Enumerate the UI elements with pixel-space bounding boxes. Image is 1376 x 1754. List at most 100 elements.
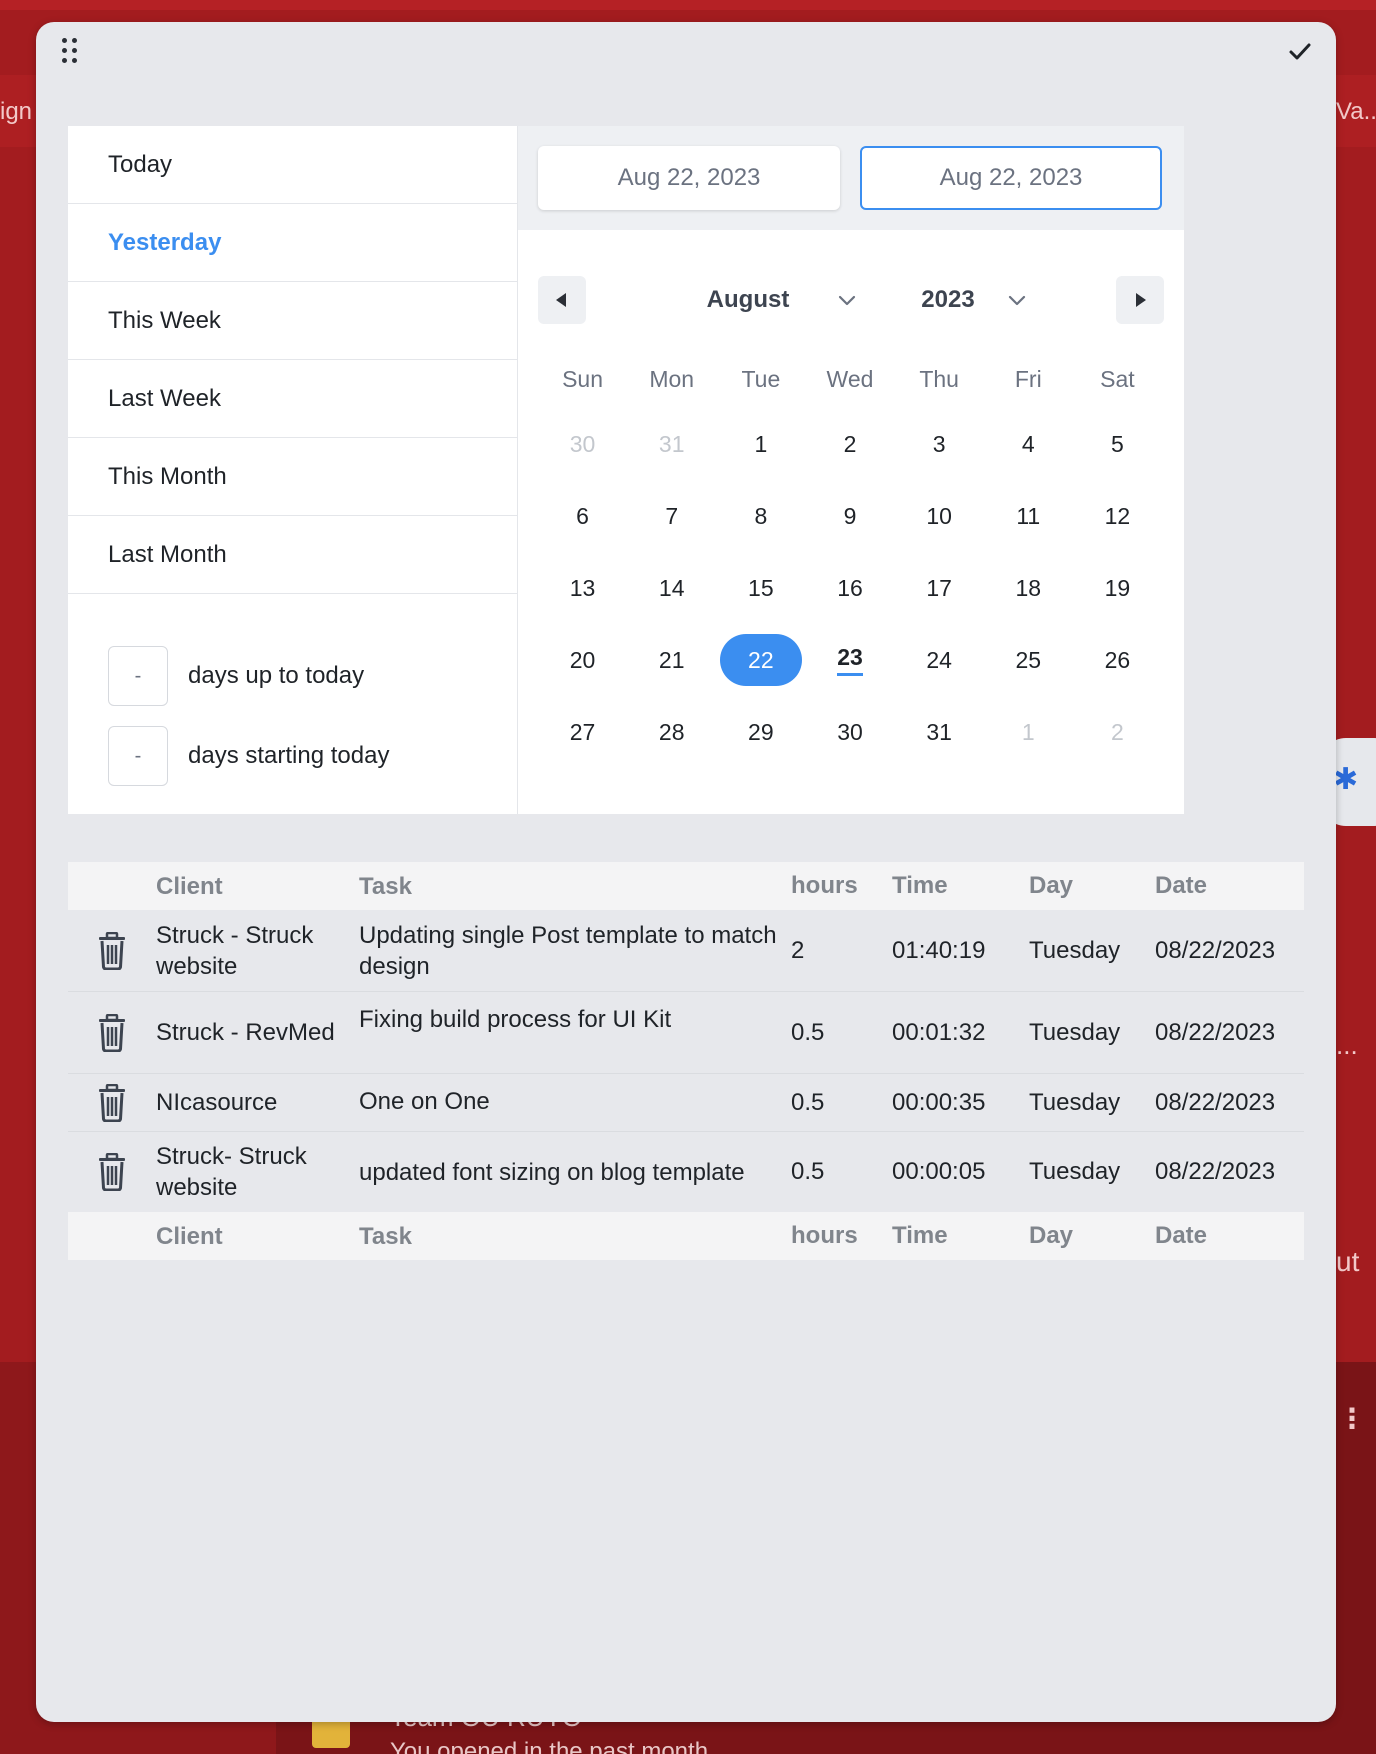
preset-this-week[interactable]: This Week (68, 282, 517, 360)
range-inputs: Aug 22, 2023 Aug 22, 2023 (518, 126, 1184, 230)
cell-date: 08/22/2023 (1155, 1018, 1276, 1046)
table-row: Struck - RevMed Fixing build process for… (68, 992, 1304, 1074)
calendar-day[interactable]: 13 (538, 552, 627, 624)
weekday-label: Mon (649, 366, 695, 392)
year-value: 2023 (921, 286, 975, 313)
calendar-day[interactable]: 17 (895, 552, 984, 624)
preset-this-month[interactable]: This Month (68, 438, 517, 516)
calendar-day[interactable]: 1 (716, 408, 805, 480)
column-date[interactable]: Date (1155, 872, 1304, 900)
calendar-day[interactable]: 31 (627, 408, 716, 480)
triangle-left-icon (556, 293, 566, 307)
calendar-day[interactable]: 14 (627, 552, 716, 624)
preset-last-week[interactable]: Last Week (68, 360, 517, 438)
calendar-day[interactable]: 30 (805, 696, 894, 768)
days-up-to-today-input[interactable]: - (108, 646, 168, 706)
next-month-button[interactable] (1116, 276, 1164, 324)
calendar-day-number: 19 (1104, 574, 1131, 601)
calendar-day-number: 31 (658, 430, 685, 457)
column-client[interactable]: Client (156, 871, 359, 902)
cell-time: 01:40:19 (892, 936, 986, 964)
triangle-right-icon (1136, 293, 1146, 307)
calendar-day[interactable]: 12 (1073, 480, 1162, 552)
drag-handle-icon[interactable] (60, 36, 84, 70)
calendar-day[interactable]: 21 (627, 624, 716, 696)
footer-day: Day (1029, 1222, 1074, 1249)
preset-yesterday[interactable]: Yesterday (68, 204, 517, 282)
footer-task: Task (359, 1222, 412, 1250)
preset-label: Yesterday (108, 228, 222, 256)
column-day[interactable]: Day (1029, 872, 1155, 900)
date-range-picker: Today Yesterday This Week Last Week This… (68, 126, 1184, 814)
column-task[interactable]: Task (359, 871, 791, 902)
calendar-day[interactable]: 16 (805, 552, 894, 624)
calendar-day[interactable]: 2 (1073, 696, 1162, 768)
days-starting-today-input[interactable]: - (108, 726, 168, 786)
calendar-day-number: 10 (926, 502, 952, 529)
start-date-input[interactable]: Aug 22, 2023 (538, 146, 840, 210)
preset-today[interactable]: Today (68, 126, 517, 204)
cell-task: updated font sizing on blog template (359, 1158, 745, 1186)
calendar-day[interactable]: 10 (895, 480, 984, 552)
weekday-label: Tue (741, 366, 781, 392)
calendar-day-selected[interactable]: 22 (716, 624, 805, 696)
calendar-day[interactable]: 19 (1073, 552, 1162, 624)
calendar-day[interactable]: 1 (984, 696, 1073, 768)
column-hours[interactable]: hours (791, 872, 892, 900)
calendar-day[interactable]: 25 (984, 624, 1073, 696)
table-row: Struck- Struck website updated font sizi… (68, 1132, 1304, 1212)
calendar-day[interactable]: 9 (805, 480, 894, 552)
cell-client: Struck- Struck website (156, 1143, 307, 1201)
preset-label: This Week (108, 306, 221, 334)
calendar-day[interactable]: 3 (895, 408, 984, 480)
month-select[interactable]: August (678, 276, 878, 324)
cell-date: 08/22/2023 (1155, 936, 1276, 964)
cell-task: Updating single Post template to match d… (359, 921, 777, 980)
calendar-day[interactable]: 4 (984, 408, 1073, 480)
trash-icon[interactable] (97, 1153, 127, 1191)
table-header: Client Task hours Time Day Date (68, 862, 1304, 910)
column-time[interactable]: Time (892, 872, 1029, 900)
calendar-day[interactable]: 24 (895, 624, 984, 696)
preset-last-month[interactable]: Last Month (68, 516, 517, 594)
days-starting-today-label: days starting today (188, 742, 390, 769)
calendar-day-number: 13 (569, 574, 596, 601)
calendar-day[interactable]: 7 (627, 480, 716, 552)
calendar-day[interactable]: 31 (895, 696, 984, 768)
calendar-day[interactable]: 26 (1073, 624, 1162, 696)
calendar-day[interactable]: 29 (716, 696, 805, 768)
chevron-down-icon (1008, 295, 1026, 306)
year-select[interactable]: 2023 (908, 276, 1038, 324)
calendar-day-today[interactable]: 23 (805, 624, 894, 696)
calendar-day[interactable]: 20 (538, 624, 627, 696)
time-entries-table: Client Task hours Time Day Date Struck -… (68, 862, 1304, 1260)
previous-month-button[interactable] (538, 276, 586, 324)
footer-date: Date (1155, 1222, 1208, 1249)
calendar-day[interactable]: 5 (1073, 408, 1162, 480)
cell-task: Fixing build process for UI Kit (359, 1006, 672, 1033)
trash-icon[interactable] (97, 931, 127, 970)
calendar-day[interactable]: 27 (538, 696, 627, 768)
calendar-day[interactable]: 15 (716, 552, 805, 624)
calendar-day[interactable]: 30 (538, 408, 627, 480)
calendar-day[interactable]: 28 (627, 696, 716, 768)
end-date-input[interactable]: Aug 22, 2023 (860, 146, 1162, 210)
trash-icon[interactable] (97, 1083, 127, 1122)
calendar-day-number: 29 (748, 718, 774, 745)
background-more-icon: ⋮ (1338, 1403, 1366, 1434)
weekday-label: Wed (826, 366, 874, 392)
background-assistant-icon: ✱ (1333, 763, 1359, 796)
preset-list: Today Yesterday This Week Last Week This… (68, 126, 518, 814)
checkmark-icon (1289, 43, 1311, 60)
background-right-text-2: ut (1336, 1246, 1360, 1277)
cell-day: Tuesday (1029, 936, 1121, 964)
calendar-day-number: 7 (665, 502, 679, 529)
calendar-day[interactable]: 2 (805, 408, 894, 480)
calendar-day[interactable]: 11 (984, 480, 1073, 552)
calendar-day[interactable]: 8 (716, 480, 805, 552)
trash-icon[interactable] (97, 1013, 127, 1052)
calendar-day[interactable]: 6 (538, 480, 627, 552)
confirm-button[interactable] (1282, 34, 1318, 70)
calendar-day[interactable]: 18 (984, 552, 1073, 624)
calendar-day-number: 16 (837, 574, 863, 601)
